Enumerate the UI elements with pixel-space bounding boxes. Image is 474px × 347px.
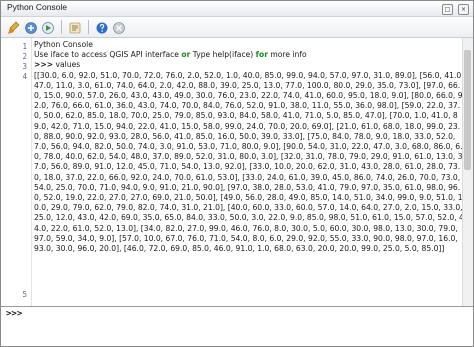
console-line-1: Python Console bbox=[34, 40, 464, 50]
command-prompt: >>> bbox=[34, 60, 54, 70]
line-number-gutter: 1 2 3 4 5 bbox=[1, 38, 32, 306]
broom-icon[interactable] bbox=[7, 20, 21, 34]
close-window-button[interactable]: × bbox=[458, 4, 469, 15]
toolbar-separator bbox=[88, 20, 89, 34]
help-text-part: Type help(iface) bbox=[190, 50, 256, 60]
python-console-window: Python Console □ × 1 2 3 4 5 Python Cons… bbox=[0, 0, 474, 347]
title-bar: Python Console □ × bbox=[1, 1, 473, 17]
values-output: [[30.0, 6.0, 92.0, 51.0, 70.0, 72.0, 76.… bbox=[34, 70, 464, 254]
line-number: 2 bbox=[22, 52, 27, 61]
console-input-area: >>> bbox=[1, 307, 473, 346]
title-bar-buttons: □ × bbox=[442, 4, 469, 15]
input-prompt: >>> bbox=[6, 309, 23, 319]
help-text-part: more info bbox=[267, 50, 307, 60]
toolbar-separator bbox=[61, 20, 62, 34]
run-icon[interactable] bbox=[41, 20, 55, 34]
keyword-or: or bbox=[181, 50, 191, 60]
console-line-3: >>> values bbox=[34, 60, 464, 70]
vertical-scrollbar[interactable] bbox=[462, 38, 473, 306]
command-text: values bbox=[53, 60, 81, 70]
keyword-for: for bbox=[255, 50, 268, 60]
console-line-2: Use iface to access QGIS API interface o… bbox=[34, 50, 464, 60]
console-toolbar bbox=[1, 17, 473, 38]
help-icon[interactable] bbox=[95, 20, 109, 34]
console-output[interactable]: 1 2 3 4 5 Python Console Use iface to ac… bbox=[1, 38, 473, 307]
import-icon[interactable] bbox=[24, 20, 38, 34]
close-icon[interactable] bbox=[112, 20, 126, 34]
restore-window-button[interactable]: □ bbox=[442, 4, 453, 15]
line-number: 3 bbox=[22, 62, 27, 71]
scrollbar-thumb[interactable] bbox=[464, 50, 471, 170]
line-number: 1 bbox=[22, 42, 27, 51]
window-title: Python Console bbox=[7, 2, 68, 12]
help-text-part: Use iface to access QGIS API interface bbox=[34, 50, 182, 60]
command-input[interactable] bbox=[29, 308, 463, 326]
console-text: Python Console Use iface to access QGIS … bbox=[34, 40, 464, 254]
line-number: 4 bbox=[22, 72, 27, 81]
settings-icon[interactable] bbox=[68, 20, 82, 34]
console-header: Python Console bbox=[34, 40, 93, 49]
line-number: 5 bbox=[22, 290, 27, 299]
